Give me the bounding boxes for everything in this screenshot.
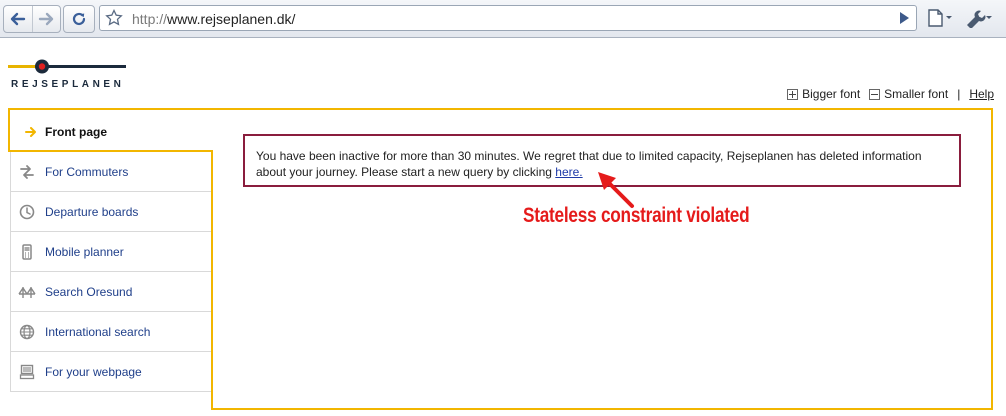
logo-text: REJSEPLANEN bbox=[11, 79, 125, 90]
back-button[interactable] bbox=[4, 6, 32, 32]
tools-menu-button[interactable] bbox=[963, 8, 993, 33]
history-buttons bbox=[3, 5, 61, 33]
forward-arrow-icon bbox=[39, 12, 54, 26]
url-text[interactable]: http://www.rejseplanen.dk/ bbox=[132, 11, 295, 27]
bookmark-star-icon[interactable] bbox=[105, 9, 123, 27]
plus-box-icon[interactable] bbox=[787, 88, 799, 100]
forward-button[interactable] bbox=[31, 6, 61, 32]
commuter-arrows-icon bbox=[18, 163, 36, 181]
nav-item-search-oresund[interactable]: Search Oresund bbox=[10, 272, 211, 312]
content-frame-left bbox=[8, 108, 10, 152]
rejseplanen-logo[interactable] bbox=[8, 56, 128, 96]
nav-item-label: International search bbox=[45, 324, 151, 339]
bridge-icon bbox=[18, 283, 36, 301]
address-bar[interactable]: http://www.rejseplanen.dk/ bbox=[99, 5, 917, 31]
page-menu-button[interactable] bbox=[925, 8, 953, 33]
globe-icon bbox=[18, 323, 36, 341]
arrow-right-icon bbox=[25, 127, 36, 137]
message-text: You have been inactive for more than 30 … bbox=[256, 149, 922, 179]
nav-item-front-page[interactable]: Front page bbox=[25, 125, 107, 139]
content-frame-right bbox=[991, 108, 993, 410]
font-controls: Bigger font Smaller font | Help bbox=[787, 87, 994, 101]
smaller-font-link[interactable]: Smaller font bbox=[884, 87, 948, 101]
reload-button[interactable] bbox=[63, 5, 95, 33]
nav-item-for-commuters[interactable]: For Commuters bbox=[10, 152, 211, 192]
back-arrow-icon bbox=[10, 12, 25, 26]
nav-item-label: Search Oresund bbox=[45, 284, 133, 299]
computer-icon bbox=[18, 363, 36, 381]
go-arrow-icon[interactable] bbox=[896, 10, 912, 26]
nav-item-label: Mobile planner bbox=[45, 244, 124, 259]
nav-item-departure-boards[interactable]: Departure boards bbox=[10, 192, 211, 232]
page-icon bbox=[928, 9, 952, 27]
content-frame-top bbox=[8, 108, 993, 110]
help-link[interactable]: Help bbox=[969, 87, 994, 101]
nav-item-label: For Commuters bbox=[45, 164, 129, 179]
mobile-phone-icon bbox=[18, 243, 36, 261]
nav-item-for-your-webpage[interactable]: For your webpage bbox=[10, 352, 211, 392]
annotation-label: Stateless constraint violated bbox=[523, 204, 750, 227]
content-frame-bottom bbox=[211, 408, 993, 410]
wrench-icon bbox=[967, 10, 992, 29]
clock-icon bbox=[18, 203, 36, 221]
url-host: www.rejseplanen.dk/ bbox=[167, 11, 296, 27]
nav-item-label: Departure boards bbox=[45, 204, 139, 219]
reload-icon bbox=[72, 12, 86, 26]
nav-item-label: For your webpage bbox=[45, 364, 142, 379]
nav-item-label: Front page bbox=[45, 125, 107, 139]
nav-item-international-search[interactable]: International search bbox=[10, 312, 211, 352]
minus-box-icon[interactable] bbox=[869, 88, 881, 100]
browser-toolbar: http://www.rejseplanen.dk/ bbox=[0, 0, 1006, 38]
content-frame-inner-left bbox=[211, 150, 213, 410]
url-protocol: http:// bbox=[132, 11, 168, 27]
separator: | bbox=[957, 87, 961, 101]
bigger-font-link[interactable]: Bigger font bbox=[802, 87, 860, 101]
side-navigation: For Commuters Departure boards Mobile pl… bbox=[10, 152, 211, 392]
restart-query-link[interactable]: here. bbox=[555, 165, 582, 179]
nav-item-mobile-planner[interactable]: Mobile planner bbox=[10, 232, 211, 272]
